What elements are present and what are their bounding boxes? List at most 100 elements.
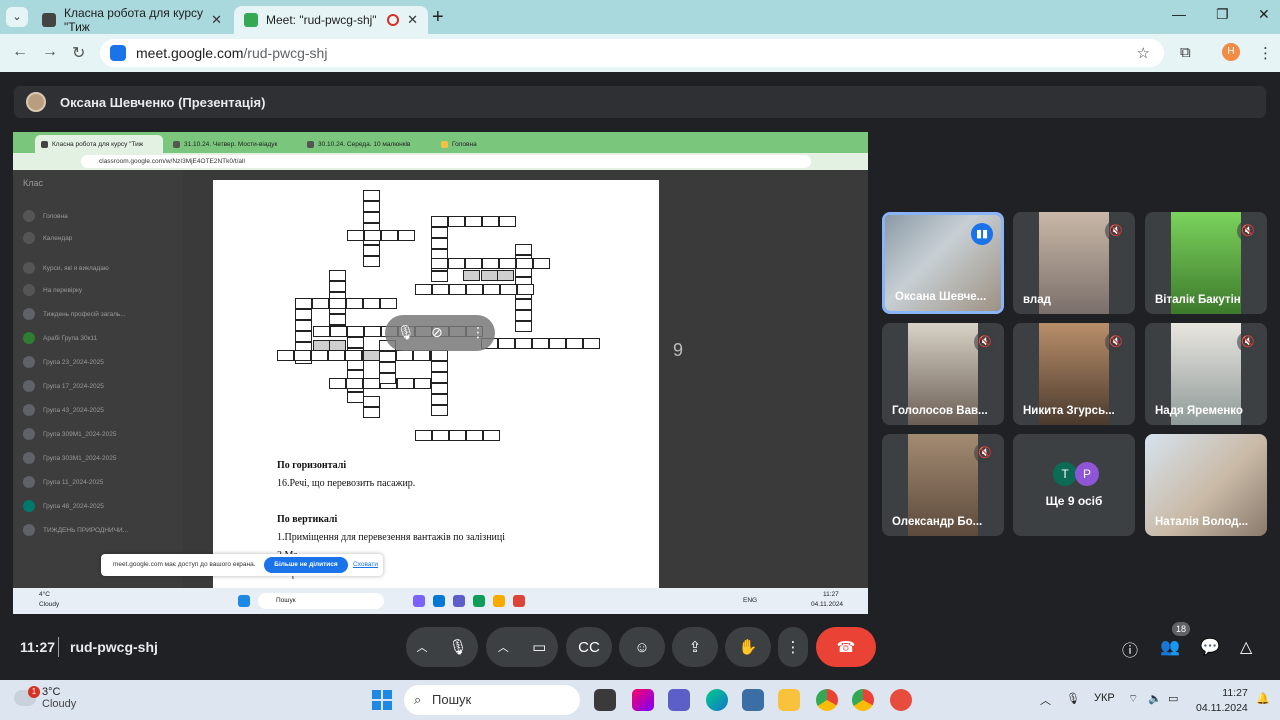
microphone-icon[interactable]: 🎙 [448,638,467,656]
clue-vertical-1: 1.Приміщення для перевезення вантажів по… [277,532,506,543]
class-avatar-icon [23,308,35,320]
chevron-up-icon[interactable]: ︿ [1040,692,1051,708]
raise-hand-button[interactable]: ✋ [725,627,771,667]
doc-favicon-icon [307,140,314,148]
breadcrumb: Клас [23,178,43,188]
edge-icon[interactable] [706,689,728,711]
mic-off-icon: 🔇 [974,331,996,353]
teams-icon[interactable] [668,689,690,711]
video-off-icon[interactable]: ⊘ [431,324,443,341]
hang-up-icon: ☎ [836,639,856,656]
tab-title: Meet: "rud-pwcg-shj" [266,13,377,27]
participant-avatar: Т [1053,462,1077,486]
crossword-cell [379,373,396,384]
bookmark-star-icon[interactable]: ☆ [1137,44,1150,62]
participant-name: Гололосов Вав... [892,405,988,417]
participant-tile[interactable]: 🔇 Олександр Бо... [882,434,1004,536]
weather-widget[interactable]: 1 3°C Cloudy [14,686,76,710]
tab-classroom[interactable]: Класна робота для курсу "Тиж ✕ [32,6,232,34]
crossword-shaded-cell [463,270,480,281]
crossword-cell [397,378,414,389]
more-options-button[interactable]: ⋮ [778,627,808,667]
task-view-icon[interactable] [594,689,616,711]
crossword-cell [347,392,364,403]
more-options-icon[interactable]: ⋮ [471,324,485,341]
minimize-icon[interactable]: — [1172,6,1186,22]
chrome-profile-icon[interactable] [852,689,874,711]
extensions-puzzle-icon[interactable]: ⧉ [1180,44,1191,61]
close-icon[interactable]: ✕ [407,12,418,28]
reload-icon[interactable]: ↻ [72,43,85,63]
app-icon[interactable] [890,689,912,711]
close-window-icon[interactable]: ✕ [1258,6,1270,23]
participant-tile[interactable]: 🔇 Надя Яременко [1145,323,1267,425]
chat-icon[interactable]: 💬 [1200,637,1220,657]
chevron-up-icon[interactable]: ︿ [416,639,427,655]
crossword-cell [364,230,381,241]
new-tab-plus-icon[interactable]: + [432,6,444,29]
file-explorer-icon[interactable] [778,689,800,711]
windows-start-icon[interactable] [372,690,392,710]
address-bar[interactable]: meet.google.com/rud-pwcg-shj ☆ [100,39,1164,67]
captions-button[interactable]: CC [566,627,612,667]
close-icon[interactable]: ✕ [211,12,222,28]
shared-toolbar: classroom.google.com/w/NzI3MjE4OTE2NTk0/… [13,153,868,170]
tab-search-chevron-icon[interactable]: ⌄ [6,7,28,27]
mic-off-icon: 🔇 [1105,331,1127,353]
crossword-cell [583,338,600,349]
forward-arrow-icon[interactable]: → [42,43,58,61]
crossword-cell [498,338,515,349]
crossword-cell [328,350,345,361]
keyboard-language[interactable]: УКР [1094,692,1115,704]
crossword-cell [515,310,532,321]
participant-tile[interactable]: Наталія Волод... [1145,434,1267,536]
wifi-icon[interactable]: ⌔ [1128,692,1138,706]
leave-call-button[interactable]: ☎ [816,627,876,667]
notifications-bell-icon[interactable]: 🔔 [1256,692,1270,705]
crossword-cell [515,321,532,332]
participant-tile[interactable]: 🔇 Віталік Бакутін [1145,212,1267,314]
activities-icon[interactable]: △ [1240,637,1252,657]
participant-tile[interactable]: 🔇 Никита Згурсь... [1013,323,1135,425]
sidebar-item: Група 43_2024-2025 [23,404,104,416]
store-icon[interactable] [742,689,764,711]
crossword-cell [363,256,380,267]
present-button[interactable]: ⇪ [672,627,718,667]
crossword-cell [330,326,347,337]
mic-control[interactable]: ︿ 🎙 [406,627,478,667]
info-icon[interactable]: ⓘ [1122,637,1138,661]
people-icon[interactable]: 👥 [1160,637,1180,657]
tile-controls-overlay[interactable]: 🎙 ⊘ ⋮ [385,315,495,351]
share-notice-text: meet.google.com має доступ до вашого екр… [113,561,256,568]
crossword-cell [364,326,381,337]
chevron-up-icon[interactable]: ︿ [498,639,509,655]
system-clock[interactable]: 11:27 04.11.2024 [1196,686,1248,716]
participant-tile[interactable]: ▮▮ Оксана Шевче... [882,212,1004,314]
restore-icon[interactable]: ❐ [1216,6,1229,23]
crossword-cell [415,284,432,295]
crossword-cell [295,309,312,320]
sidebar-item: Календар [23,232,72,244]
camera-control[interactable]: ︿ ▭ [486,627,558,667]
copilot-icon[interactable] [632,689,654,711]
crossword-cell [347,326,364,337]
shared-tab-title: 31.10.24. Четвер. Мости-віадук [184,140,278,148]
participant-tile[interactable]: 🔇 влад [1013,212,1135,314]
volume-icon[interactable]: 🔈 [1148,692,1162,705]
camera-icon[interactable]: ▭ [532,638,546,656]
taskbar-search[interactable]: Пошук [404,685,580,715]
reactions-button[interactable]: ☺ [619,627,665,667]
shared-lang: ENG [743,597,758,604]
menu-dots-icon[interactable]: ⋮ [1258,44,1273,62]
profile-avatar[interactable]: Н [1222,43,1240,61]
tab-meet[interactable]: Meet: "rud-pwcg-shj" ✕ [234,6,428,34]
participant-tile[interactable]: 🔇 Гололосов Вав... [882,323,1004,425]
back-arrow-icon[interactable]: ← [12,43,28,61]
more-participants-tile[interactable]: Т Р Ще 9 осіб [1013,434,1135,536]
doc-favicon-icon [173,140,180,148]
microphone-icon[interactable]: 🎙 [1066,692,1080,705]
crossword-cell [483,430,500,441]
chrome-icon[interactable] [816,689,838,711]
battery-icon[interactable]: ▭ [1168,692,1178,705]
mic-off-icon[interactable]: 🎙 [397,324,415,341]
